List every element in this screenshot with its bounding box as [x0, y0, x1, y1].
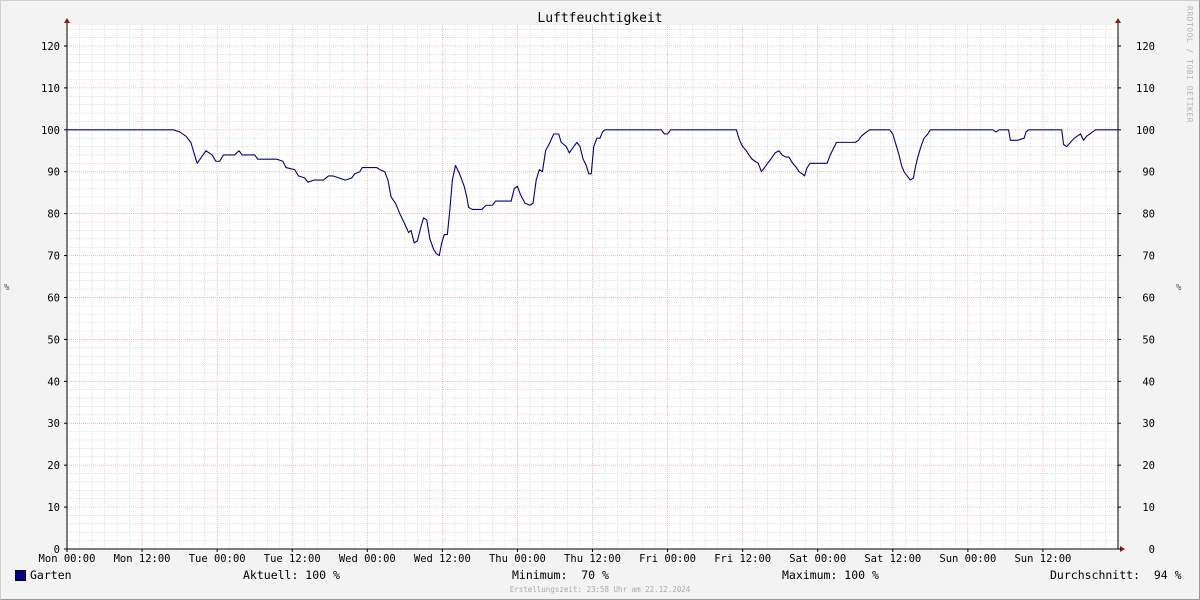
stat-average: Durchschnitt: 94 %: [1050, 568, 1182, 582]
x-tick-label: Sat 00:00: [789, 553, 846, 565]
legend-swatch: [15, 570, 26, 581]
y-tick-label-right: 40: [1142, 376, 1155, 388]
y-tick-label-left: 90: [47, 167, 60, 179]
x-tick-label: Mon 12:00: [114, 553, 171, 565]
y-tick-label-left: 70: [47, 251, 60, 263]
x-tick-label: Fri 00:00: [639, 553, 696, 565]
y-tick-labels-right: 0 10 20 30 40 50 60 70 80 90 100 110 120: [1118, 41, 1155, 556]
chart-area: 0 10 20 30 40 50 60 70 80 90 100 110 120 0 10 20 30 40 50…: [39, 18, 1155, 565]
y-tick-label-right: 20: [1142, 460, 1155, 472]
legend-series-name: Garten: [30, 568, 72, 582]
y-tick-label-left: 40: [47, 376, 60, 388]
y-tick-label-right: 100: [1136, 125, 1155, 137]
y-tick-label-right: 60: [1142, 292, 1155, 304]
y-tick-label-right: 30: [1142, 418, 1155, 430]
y-tick-label-left: 10: [47, 502, 60, 514]
x-tick-label: Wed 12:00: [414, 553, 471, 565]
y-tick-label-left: 60: [47, 292, 60, 304]
y-tick-label-right: 90: [1142, 167, 1155, 179]
stat-minimum: Minimum: 70 %: [512, 568, 609, 582]
x-tick-label: Sat 12:00: [864, 553, 921, 565]
y-tick-label-left: 120: [41, 41, 60, 53]
x-tick-label: Sun 12:00: [1014, 553, 1071, 565]
x-tick-label: Thu 12:00: [564, 553, 621, 565]
stat-maximum: Maximum: 100 %: [782, 568, 879, 582]
x-tick-label: Thu 00:00: [489, 553, 546, 565]
stat-current: Aktuell: 100 %: [243, 568, 340, 582]
x-tick-label: Tue 12:00: [264, 553, 321, 565]
creation-time: Erstellungszeit: 23:58 Uhr am 22.12.2024: [509, 585, 691, 594]
y-tick-label-right: 110: [1136, 83, 1155, 95]
x-tick-label: Wed 00:00: [339, 553, 396, 565]
y-tick-label-right: 70: [1142, 251, 1155, 263]
x-tick-label: Sun 00:00: [939, 553, 996, 565]
y-tick-label-left: 20: [47, 460, 60, 472]
y-tick-labels-left: 0102030405060708090100110120: [41, 41, 67, 556]
y-tick-label-left: 50: [47, 334, 60, 346]
y-tick-label-left: 30: [47, 418, 60, 430]
y-axis-label-right: %: [1176, 283, 1182, 293]
x-tick-label: Fri 12:00: [714, 553, 771, 565]
rrdtool-watermark: RRDTOOL / TOBI OETIKER: [1185, 6, 1194, 123]
y-tick-label-left: 80: [47, 209, 60, 221]
y-tick-label-right: 80: [1142, 209, 1155, 221]
y-tick-label-right: 0: [1149, 544, 1155, 556]
legend: Garten Aktuell: 100 % Minimum: 70 % Maxi…: [0, 568, 1200, 584]
y-tick-label-right: 10: [1142, 502, 1155, 514]
y-tick-label-left: 100: [41, 125, 60, 137]
y-tick-label-right: 50: [1142, 334, 1155, 346]
chart-title: Luftfeuchtigkeit: [537, 11, 663, 26]
y-tick-label-right: 120: [1136, 41, 1155, 53]
x-tick-label: Mon 00:00: [39, 553, 96, 565]
y-axis-label-left: %: [4, 283, 10, 293]
x-tick-label: Tue 00:00: [189, 553, 246, 565]
y-tick-label-left: 110: [41, 83, 60, 95]
x-tick-labels: Mon 00:00 Mon 12:00 Tue 00:00 Tue 12:00 Wed …: [39, 549, 1071, 565]
